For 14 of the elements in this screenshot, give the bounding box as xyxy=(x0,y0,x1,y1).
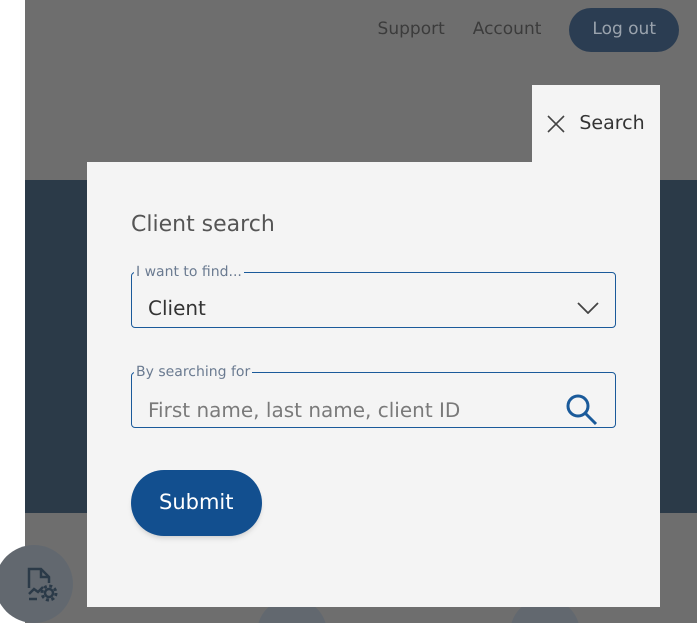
close-search-tab[interactable]: Search xyxy=(532,85,660,162)
field-label: I want to find... xyxy=(135,263,243,282)
panel-title: Client search xyxy=(131,211,276,239)
chevron-down-icon xyxy=(577,302,599,314)
field-label: By searching for xyxy=(135,363,252,382)
search-field[interactable]: By searching for First name, last name, client ID xyxy=(131,362,616,428)
close-icon xyxy=(547,114,566,132)
search-icon xyxy=(565,393,599,427)
find-select[interactable]: I want to find... Client xyxy=(131,262,616,328)
select-value: Client xyxy=(148,295,206,322)
file-gear-icon xyxy=(25,566,59,602)
logout-button[interactable]: Log out xyxy=(569,8,679,52)
search-input[interactable]: First name, last name, client ID xyxy=(148,395,565,425)
submit-button[interactable]: Submit xyxy=(131,470,262,536)
